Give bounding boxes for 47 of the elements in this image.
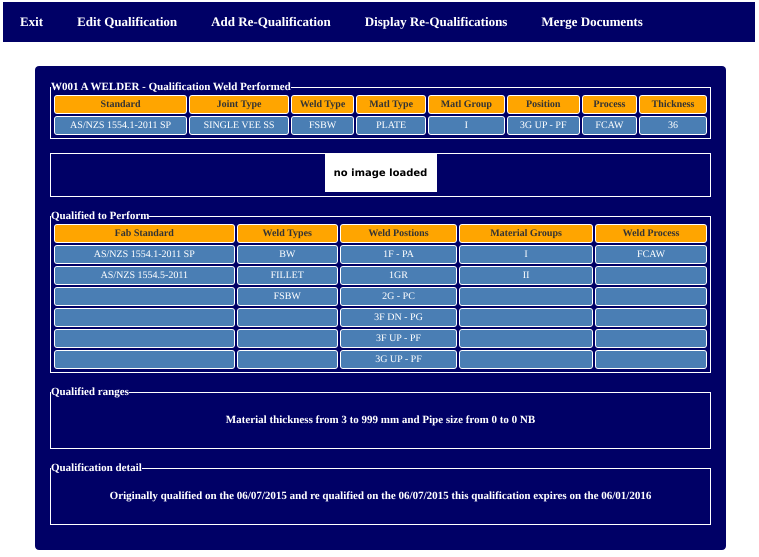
table-cell: 3F DN - PG: [340, 308, 458, 327]
table-cell: AS/NZS 1554.1-2011 SP: [54, 245, 235, 264]
menu-link[interactable]: Edit Qualification: [77, 12, 178, 32]
section-legend: Qualified to Perform: [51, 211, 150, 222]
menu-link[interactable]: Display Re-Qualifications: [364, 12, 508, 32]
column-header: Fab Standard: [54, 224, 235, 243]
table-cell: 3F UP - PF: [340, 329, 458, 348]
table-cell: FSBW: [236, 287, 338, 306]
table-cell: PLATE: [356, 116, 426, 135]
column-header: Weld Type: [290, 95, 354, 114]
column-header: Matl Type: [356, 95, 426, 114]
table-cell: FCAW: [582, 116, 638, 135]
column-header: Thickness: [639, 95, 707, 114]
section-text: Originally qualified on the 06/07/2015 and re qualified on the 06/07/2015 this qualification expires on the 06/01/2016: [110, 490, 652, 502]
menu-link[interactable]: Merge Documents: [541, 12, 643, 32]
table-cell: I: [459, 245, 594, 264]
table-cell: FILLET: [236, 266, 338, 285]
column-header: Joint Type: [189, 95, 289, 114]
table-cell: I: [428, 116, 505, 135]
menu-link[interactable]: Add Re-Qualification: [211, 12, 331, 32]
column-header: Weld Postions: [340, 224, 458, 243]
table-cell: SINGLE VEE SS: [189, 116, 289, 135]
column-header: Position: [506, 95, 580, 114]
table-cell: 1F - PA: [340, 245, 458, 264]
menu-link[interactable]: Exit: [20, 12, 44, 32]
section-text: Material thickness from 3 to 999 mm and Pipe size from 0 to 0 NB: [226, 414, 536, 426]
table-cell: II: [459, 266, 594, 285]
table-cell: 36: [639, 116, 707, 135]
section-legend: Qualified ranges: [51, 387, 129, 398]
column-header: Process: [582, 95, 638, 114]
table-cell: 3G UP - PF: [340, 350, 458, 369]
table-cell: BW: [236, 245, 338, 264]
table-cell: FSBW: [290, 116, 354, 135]
column-header: Weld Process: [595, 224, 707, 243]
table-cell: AS/NZS 1554.5-2011: [54, 266, 235, 285]
table-cell: 1GR: [340, 266, 458, 285]
table-cell: 2G - PC: [340, 287, 458, 306]
table-cell: 3G UP - PF: [506, 116, 580, 135]
section-legend: Qualification detail: [51, 463, 142, 474]
table-cell: FCAW: [595, 245, 707, 264]
column-header: Matl Group: [428, 95, 505, 114]
column-header: Standard: [54, 95, 188, 114]
table-cell: AS/NZS 1554.1-2011 SP: [54, 116, 188, 135]
section-legend: W001 A WELDER - Qualification Weld Performed: [51, 82, 291, 93]
column-header: Weld Types: [236, 224, 338, 243]
status-text: no image loaded: [334, 166, 428, 180]
column-header: Material Groups: [459, 224, 594, 243]
